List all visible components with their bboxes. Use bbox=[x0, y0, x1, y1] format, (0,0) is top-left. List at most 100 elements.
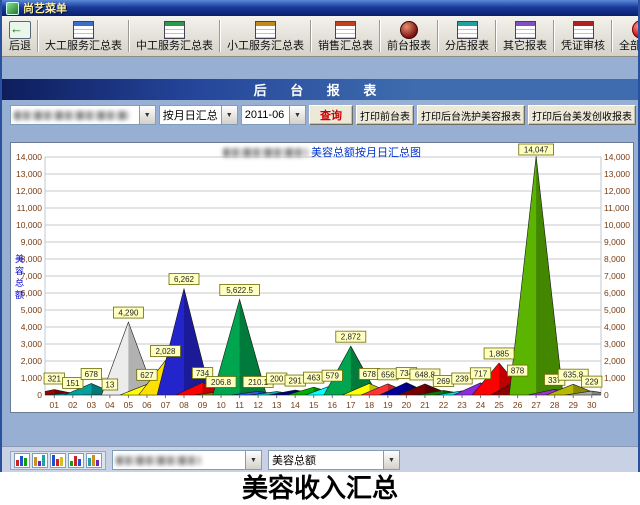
toolbar-button-label: 前台报表 bbox=[387, 40, 431, 52]
svg-text:1,000: 1,000 bbox=[21, 373, 43, 383]
svg-text:02: 02 bbox=[68, 400, 78, 410]
query-button[interactable]: 查询 bbox=[309, 105, 353, 125]
backend-reports-banner: 后 台 报 表 bbox=[2, 79, 638, 100]
svg-text:21: 21 bbox=[420, 400, 430, 410]
toolbar-button-branch-report[interactable]: 分店报表 bbox=[440, 16, 494, 56]
svg-text:29: 29 bbox=[568, 400, 578, 410]
chevron-down-icon: ▼ bbox=[221, 106, 237, 124]
toolbar-separator bbox=[37, 20, 39, 52]
svg-text:463: 463 bbox=[307, 374, 321, 383]
svg-text:1,885: 1,885 bbox=[489, 349, 510, 358]
toolbar-separator bbox=[379, 20, 381, 52]
svg-text:24: 24 bbox=[476, 400, 486, 410]
svg-text:9,000: 9,000 bbox=[21, 237, 43, 247]
svg-text:5,000: 5,000 bbox=[21, 305, 43, 315]
svg-text:7,000: 7,000 bbox=[604, 271, 626, 281]
store-combo[interactable]: ▼ bbox=[10, 105, 156, 125]
toolbar-button-label: 凭证审核 bbox=[561, 40, 605, 52]
print-back-beauty-report-button[interactable]: 打印后台洗护美容报表 bbox=[417, 105, 525, 125]
screen: 尚艺菜单 ← 后退 大工服务汇总表 中工服务汇总表 小工服务汇总表 bbox=[0, 0, 640, 500]
series-combo-value: 美容总额 bbox=[269, 451, 383, 469]
svg-text:5,622.5: 5,622.5 bbox=[226, 286, 253, 295]
svg-text:878: 878 bbox=[511, 367, 525, 376]
chart-filter-combo[interactable]: ▼ bbox=[112, 450, 262, 470]
svg-text:6,262: 6,262 bbox=[174, 275, 195, 284]
svg-text:269: 269 bbox=[437, 377, 451, 386]
svg-text:0: 0 bbox=[37, 390, 42, 400]
window-title: 尚艺菜单 bbox=[23, 0, 67, 16]
toolbar-button-junior-service-report[interactable]: 小工服务汇总表 bbox=[222, 16, 309, 56]
svg-text:25: 25 bbox=[494, 400, 504, 410]
report-table-icon bbox=[515, 21, 536, 39]
svg-text:4,000: 4,000 bbox=[604, 322, 626, 332]
report-table-icon bbox=[457, 21, 478, 39]
svg-text:26: 26 bbox=[513, 400, 523, 410]
svg-text:13,000: 13,000 bbox=[604, 169, 630, 179]
svg-text:6,000: 6,000 bbox=[604, 288, 626, 298]
svg-text:2,028: 2,028 bbox=[155, 347, 176, 356]
svg-text:717: 717 bbox=[474, 369, 488, 378]
toolbar-button-sales-report[interactable]: 销售汇总表 bbox=[313, 16, 378, 56]
report-table-icon bbox=[255, 21, 276, 39]
svg-text:8,000: 8,000 bbox=[604, 254, 626, 264]
toolbar-separator bbox=[495, 20, 497, 52]
toolbar-button-other-report[interactable]: 其它报表 bbox=[498, 16, 552, 56]
filter-row: ▼ 按月日汇总 ▼ 2011-06 ▼ 查询 打印前台表 打印后台洗护美容报表 … bbox=[10, 104, 636, 126]
app-window: 尚艺菜单 ← 后退 大工服务汇总表 中工服务汇总表 小工服务汇总表 bbox=[0, 0, 640, 472]
svg-text:678: 678 bbox=[85, 370, 99, 379]
toolbar-button-label: 其它报表 bbox=[503, 40, 547, 52]
toolbar-button-close-all[interactable]: ✕ 全部关闭 bbox=[614, 16, 638, 56]
svg-text:151: 151 bbox=[66, 379, 80, 388]
svg-text:3,000: 3,000 bbox=[604, 339, 626, 349]
month-combo[interactable]: 2011-06 ▼ bbox=[241, 105, 306, 125]
svg-text:3,000: 3,000 bbox=[21, 339, 43, 349]
print-front-report-button[interactable]: 打印前台表 bbox=[356, 105, 414, 125]
svg-text:656: 656 bbox=[381, 370, 395, 379]
content-area: 后 台 报 表 ▼ 按月日汇总 ▼ 2011-06 ▼ 查询 打印前台表 打印后… bbox=[2, 57, 638, 473]
svg-text:13: 13 bbox=[272, 400, 282, 410]
toolbar-separator bbox=[219, 20, 221, 52]
chart-style-icon[interactable] bbox=[32, 453, 48, 468]
chevron-down-icon: ▼ bbox=[245, 451, 261, 469]
svg-text:17: 17 bbox=[346, 400, 356, 410]
svg-text:635.8: 635.8 bbox=[563, 371, 584, 380]
chart-style-icon[interactable] bbox=[50, 453, 66, 468]
svg-text:10,000: 10,000 bbox=[16, 220, 42, 230]
svg-text:20: 20 bbox=[402, 400, 412, 410]
chart-style-icon[interactable] bbox=[68, 453, 84, 468]
report-table-icon bbox=[164, 21, 185, 39]
front-desk-report-icon bbox=[400, 21, 418, 39]
svg-text:11,000: 11,000 bbox=[17, 203, 43, 213]
summary-mode-combo[interactable]: 按月日汇总 ▼ bbox=[159, 105, 238, 125]
title-bar: 尚艺菜单 bbox=[2, 0, 638, 16]
svg-text:321: 321 bbox=[48, 375, 62, 384]
chart-title-text: 美容总额按月日汇总图 bbox=[311, 144, 421, 160]
page-caption: 美容收入汇总 bbox=[0, 472, 640, 500]
svg-text:12,000: 12,000 bbox=[604, 186, 630, 196]
toolbar-button-mid-service-report[interactable]: 中工服务汇总表 bbox=[131, 16, 218, 56]
chevron-down-icon: ▼ bbox=[289, 106, 305, 124]
chevron-down-icon: ▼ bbox=[139, 106, 155, 124]
toolbar-button-senior-service-report[interactable]: 大工服务汇总表 bbox=[40, 16, 127, 56]
svg-text:15: 15 bbox=[309, 400, 319, 410]
report-table-icon bbox=[335, 21, 356, 39]
toolbar-button-back[interactable]: ← 后退 bbox=[4, 16, 36, 56]
app-icon bbox=[6, 2, 19, 15]
toolbar-button-label: 小工服务汇总表 bbox=[227, 40, 304, 52]
svg-text:01: 01 bbox=[50, 400, 60, 410]
svg-text:4,290: 4,290 bbox=[118, 309, 139, 318]
svg-text:22: 22 bbox=[439, 400, 449, 410]
print-back-hair-report-button[interactable]: 打印后台美发创收报表 bbox=[528, 105, 636, 125]
svg-text:229: 229 bbox=[585, 378, 599, 387]
svg-text:11: 11 bbox=[235, 400, 244, 410]
svg-text:2,000: 2,000 bbox=[21, 356, 43, 366]
svg-text:1,000: 1,000 bbox=[604, 373, 626, 383]
chart-style-icon[interactable] bbox=[14, 453, 30, 468]
svg-text:04: 04 bbox=[105, 400, 115, 410]
svg-text:13,000: 13,000 bbox=[16, 169, 42, 179]
chart-style-icon[interactable] bbox=[86, 453, 102, 468]
svg-text:2,872: 2,872 bbox=[341, 333, 362, 342]
y-axis-title: 美容总额 bbox=[13, 254, 26, 302]
toolbar-button-voucher-audit[interactable]: 凭证审核 bbox=[556, 16, 610, 56]
toolbar-button-front-desk-report[interactable]: 前台报表 bbox=[382, 16, 436, 56]
